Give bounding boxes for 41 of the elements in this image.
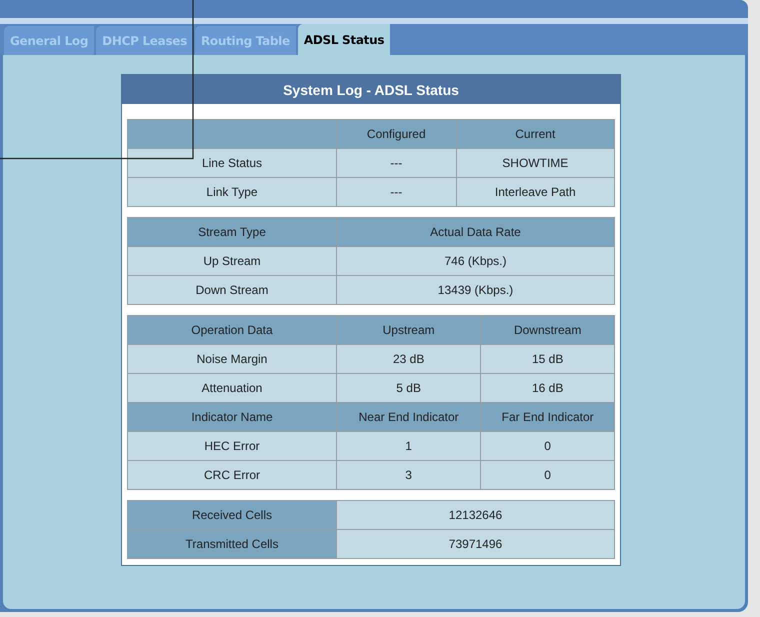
table-cell: Down Stream: [128, 276, 336, 304]
table-cell: 746 (Kbps.): [336, 246, 614, 276]
table-cell: SHOWTIME: [456, 148, 614, 178]
table-cell: 73971496: [336, 530, 614, 558]
table-cell: CRC Error: [128, 460, 336, 490]
panel-title: System Log - ADSL Status: [122, 75, 620, 104]
table-cell: ---: [336, 178, 456, 206]
table-cell: 23 dB: [336, 344, 481, 374]
table-cell: 12132646: [336, 500, 614, 530]
table-cell: 16 dB: [480, 374, 614, 402]
table-cell: Downstream: [480, 316, 614, 344]
table-cell: Noise Margin: [128, 344, 336, 374]
tab[interactable]: General Log: [4, 26, 94, 55]
table-cell: Far End Indicator: [480, 402, 614, 432]
table-cell: Actual Data Rate: [336, 218, 614, 246]
table-cell: 1: [336, 432, 481, 460]
table-cell: Configured: [336, 120, 456, 148]
table-cell: Indicator Name: [128, 402, 336, 432]
table-cell: Near End Indicator: [336, 402, 481, 432]
table-cell: 0: [480, 432, 614, 460]
table-cell: 15 dB: [480, 344, 614, 374]
tab[interactable]: DHCP Leases: [96, 26, 193, 55]
table-cell: Attenuation: [128, 374, 336, 402]
table-cell: 0: [480, 460, 614, 490]
table-cell: Stream Type: [128, 218, 336, 246]
table-cell: Current: [456, 120, 614, 148]
table-cell: 13439 (Kbps.): [336, 276, 614, 304]
table-cell: HEC Error: [128, 432, 336, 460]
table-cell: 5 dB: [336, 374, 481, 402]
table-cell: Upstream: [336, 316, 481, 344]
table-cell: Interleave Path: [456, 178, 614, 206]
table-cell: Transmitted Cells: [128, 530, 336, 558]
table-cell: Operation Data: [128, 316, 336, 344]
table-cell: Received Cells: [128, 500, 336, 530]
table-cell: Line Status: [128, 148, 336, 178]
table-cell: Up Stream: [128, 246, 336, 276]
table-cell: ---: [336, 148, 456, 178]
tab[interactable]: ADSL Status: [298, 24, 390, 55]
tab[interactable]: Routing Table: [194, 26, 296, 55]
table-cell: 3: [336, 460, 481, 490]
table-cell: Link Type: [128, 178, 336, 206]
